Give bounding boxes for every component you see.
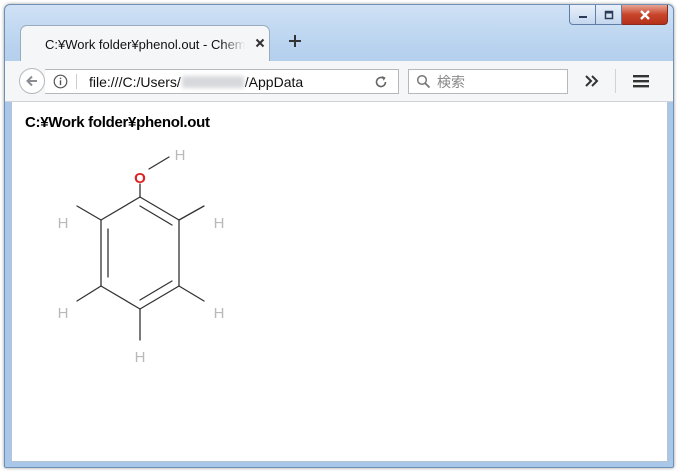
overflow-chevron-icon[interactable]: [583, 72, 601, 90]
hamburger-menu-icon[interactable]: [632, 72, 650, 90]
bond-c-h-upper-right: [178, 205, 205, 221]
navigation-toolbar: file:///C:/Users/ /AppData 検索: [5, 61, 673, 102]
bond-c-h-lower-right: [178, 285, 205, 302]
atom-hydrogen-bottom: H: [135, 349, 146, 366]
double-bond-c1-c2: [139, 205, 173, 226]
back-arrow-icon: [26, 75, 37, 87]
bond-c6-c1: [100, 196, 141, 221]
browser-window: C:¥Work folder¥phenol.out - Chemical Vie…: [4, 4, 674, 468]
address-separator: [76, 74, 77, 89]
page-content: C:¥Work folder¥phenol.out O H H H H H H: [11, 102, 668, 462]
tab-title: C:¥Work folder¥phenol.out - Chemical Vie…: [45, 37, 245, 52]
bond-c3-c4: [139, 285, 180, 310]
url-prefix: file:///C:/Users/: [89, 74, 181, 90]
maximize-button[interactable]: [596, 5, 622, 25]
address-bar[interactable]: file:///C:/Users/ /AppData: [45, 69, 399, 94]
atom-hydrogen-upper-left: H: [58, 215, 69, 232]
minimize-icon: [578, 15, 587, 18]
search-placeholder: 検索: [437, 74, 465, 90]
double-bond-c3-c4: [139, 280, 173, 301]
title-bar: C:¥Work folder¥phenol.out - Chemical Vie…: [5, 5, 673, 61]
redacted-username: [181, 76, 244, 88]
atom-hydrogen-upper-right: H: [214, 215, 225, 232]
window-controls: [569, 5, 668, 25]
reload-icon[interactable]: [373, 74, 389, 90]
close-window-button[interactable]: [622, 5, 668, 25]
bond-c-h-upper-left: [76, 205, 102, 221]
maximize-icon: [604, 10, 613, 19]
info-icon[interactable]: [53, 74, 68, 89]
new-tab-icon[interactable]: [285, 31, 305, 51]
tab-close-icon[interactable]: [253, 36, 267, 50]
back-button[interactable]: [19, 68, 45, 94]
atom-hydrogen-lower-right: H: [214, 305, 225, 322]
bond-o-h: [148, 156, 170, 170]
bond-c-h-lower-left: [76, 285, 102, 302]
search-input[interactable]: 検索: [408, 69, 568, 94]
atom-hydrogen-hydroxyl: H: [175, 147, 186, 164]
search-icon: [416, 74, 431, 89]
bond-c1-c2: [139, 196, 180, 221]
phenol-structure: O H H H H H H: [58, 147, 225, 366]
url-suffix: /AppData: [244, 74, 304, 90]
minimize-button[interactable]: [569, 5, 596, 25]
atom-oxygen: O: [134, 170, 146, 187]
close-icon: [639, 9, 650, 20]
atom-hydrogen-lower-left: H: [58, 305, 69, 322]
bond-c4-c5: [100, 285, 141, 310]
toolbar-separator: [615, 69, 616, 93]
browser-tab[interactable]: C:¥Work folder¥phenol.out - Chemical Vie…: [20, 25, 270, 61]
url-text[interactable]: file:///C:/Users/ /AppData: [89, 74, 303, 90]
